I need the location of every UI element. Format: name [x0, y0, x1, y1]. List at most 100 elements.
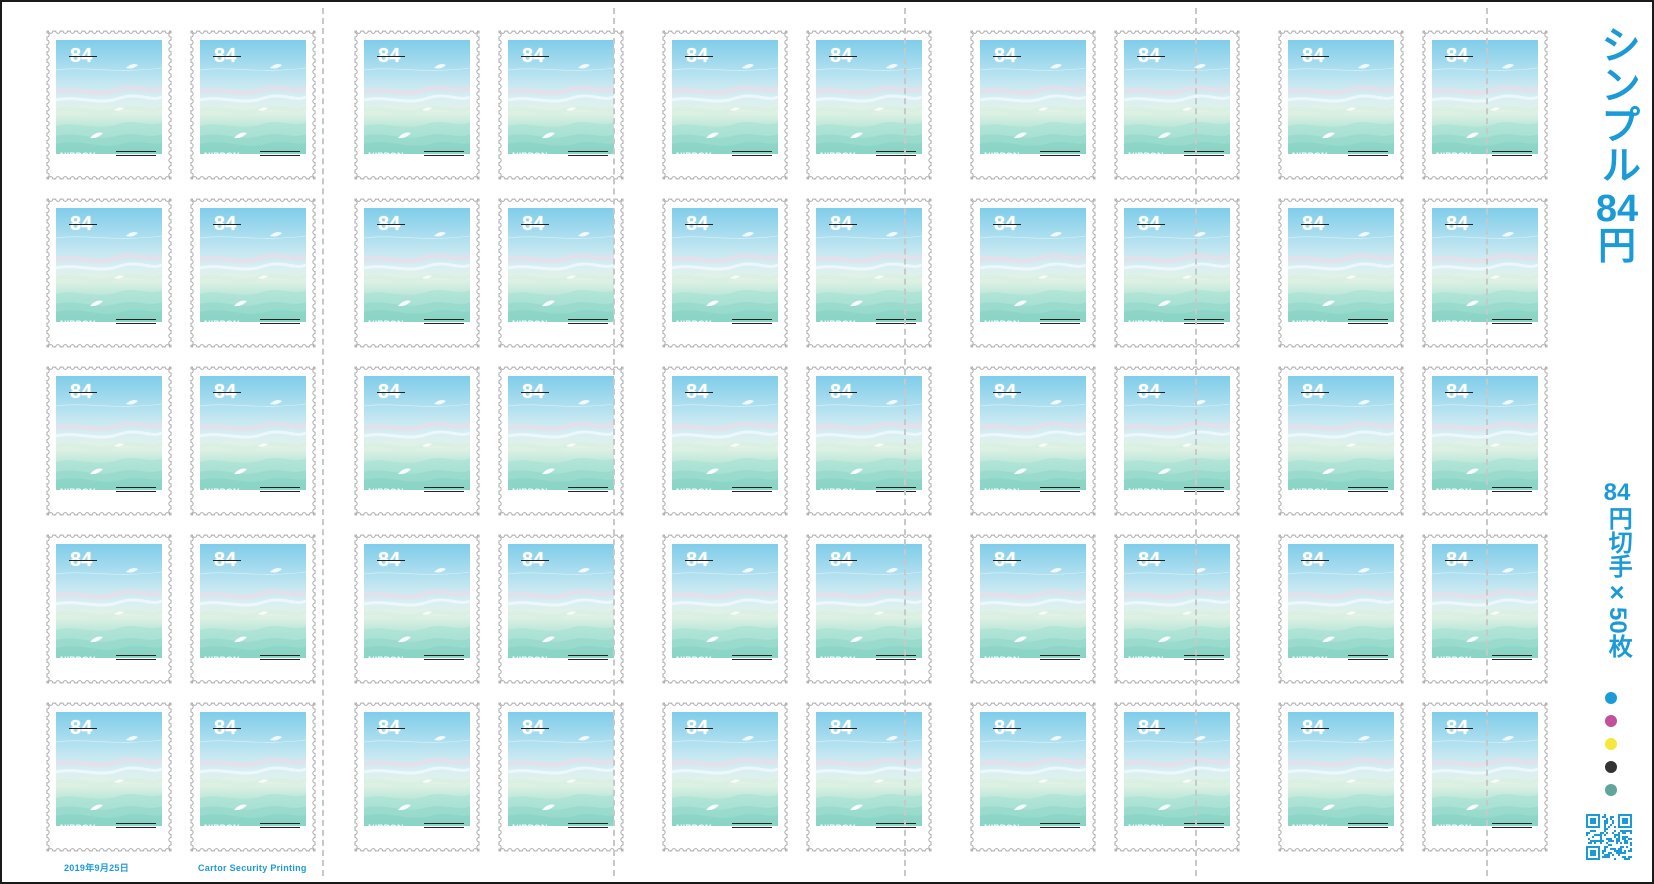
stamp-cancel-bars [1184, 486, 1224, 494]
denomination-strike [829, 392, 857, 393]
stamp: 84 NIPPON [662, 534, 788, 684]
stamp-image: 84 [200, 208, 306, 322]
stamp: 84 NIPPON [662, 366, 788, 516]
stamp: 84 NIPPON [1422, 366, 1548, 516]
stamp-country: NIPPON [60, 151, 96, 161]
registration-dot [1605, 715, 1617, 727]
stamp-image: 84 [816, 712, 922, 826]
denomination-strike [685, 56, 713, 57]
denomination-strike [685, 728, 713, 729]
denomination-strike [213, 56, 241, 57]
stamp-cancel-bars [1492, 486, 1532, 494]
stamp: 84 NIPPON [970, 198, 1096, 348]
stamp-cancel-bars [568, 486, 608, 494]
stamp-cancel-bars [1184, 822, 1224, 830]
stamp-image: 84 [1288, 376, 1394, 490]
denomination-strike [69, 56, 97, 57]
denomination-strike [685, 560, 713, 561]
stamp-country: NIPPON [1436, 151, 1472, 161]
stamp-cancel-bars [260, 654, 300, 662]
stamp-cancel-bars [1184, 318, 1224, 326]
stamp-country: NIPPON [984, 319, 1020, 329]
stamp-cancel-bars [732, 654, 772, 662]
print-date: 2019年9月25日 [64, 863, 130, 873]
stamp-image: 84 [1124, 208, 1230, 322]
count-line: 84 [1603, 479, 1631, 506]
stamp-cancel-bars [116, 318, 156, 326]
stamp-country: NIPPON [368, 319, 404, 329]
stamp-country: NIPPON [1436, 319, 1472, 329]
denomination-strike [377, 560, 405, 561]
stamp: 84 NIPPON [1422, 534, 1548, 684]
stamp: 84 NIPPON [1278, 366, 1404, 516]
denomination-strike [1301, 224, 1329, 225]
stamp-image: 84 [1432, 712, 1538, 826]
stamp-image: 84 [1432, 40, 1538, 154]
perforation-divider [904, 8, 906, 876]
stamp-cancel-bars [1492, 318, 1532, 326]
denomination-strike [69, 392, 97, 393]
stamp-country: NIPPON [1436, 487, 1472, 497]
stamp-cancel-bars [1492, 654, 1532, 662]
denomination-strike [521, 728, 549, 729]
stamp-country: NIPPON [1292, 151, 1328, 161]
stamp-cancel-bars [116, 150, 156, 158]
stamp-image: 84 [672, 208, 778, 322]
stamp-country: NIPPON [820, 487, 856, 497]
stamp: 84 NIPPON [190, 366, 316, 516]
stamp-country: NIPPON [512, 487, 548, 497]
stamp-cancel-bars [1492, 150, 1532, 158]
denomination-strike [69, 560, 97, 561]
stamp-image: 84 [1124, 40, 1230, 154]
stamp-country: NIPPON [204, 319, 240, 329]
stamp-country: NIPPON [204, 823, 240, 833]
denomination-strike [521, 560, 549, 561]
stamp: 84 NIPPON [354, 702, 480, 852]
stamp-cancel-bars [260, 486, 300, 494]
stamp-image: 84 [508, 40, 614, 154]
stamp-cancel-bars [1348, 654, 1388, 662]
stamp-cancel-bars [1348, 486, 1388, 494]
stamp-image: 84 [1288, 712, 1394, 826]
stamp-image: 84 [672, 376, 778, 490]
stamp-image: 84 [816, 208, 922, 322]
stamp-image: 84 [672, 544, 778, 658]
stamp-image: 84 [56, 40, 162, 154]
stamp-country: NIPPON [1128, 487, 1164, 497]
denomination-strike [1445, 392, 1473, 393]
stamp: 84 NIPPON [970, 702, 1096, 852]
denomination-strike [69, 728, 97, 729]
denomination-strike [1137, 56, 1165, 57]
stamp-country: NIPPON [1292, 655, 1328, 665]
stamp-cancel-bars [260, 318, 300, 326]
registration-dot [1605, 738, 1617, 750]
stamp: 84 NIPPON [806, 534, 932, 684]
count-line: 50枚 [1604, 606, 1632, 658]
stamp-cancel-bars [876, 822, 916, 830]
stamp-cancel-bars [732, 486, 772, 494]
denomination-strike [993, 392, 1021, 393]
stamp-image: 84 [672, 712, 778, 826]
stamp-country: NIPPON [1436, 823, 1472, 833]
denomination-strike [685, 224, 713, 225]
stamp-image: 84 [364, 544, 470, 658]
denomination-strike [1445, 560, 1473, 561]
stamp-cancel-bars [1040, 654, 1080, 662]
stamp: 84 NIPPON [190, 198, 316, 348]
stamp: 84 NIPPON [1422, 198, 1548, 348]
stamp: 84 NIPPON [498, 198, 624, 348]
stamp: 84 NIPPON [806, 30, 932, 180]
stamp-country: NIPPON [368, 151, 404, 161]
stamp-image: 84 [200, 712, 306, 826]
count-line: × [1609, 577, 1625, 608]
denomination-strike [377, 728, 405, 729]
denomination-strike [213, 560, 241, 561]
stamp-image: 84 [200, 544, 306, 658]
denomination-strike [1445, 56, 1473, 57]
stamp-cancel-bars [876, 150, 916, 158]
stamp-image: 84 [56, 208, 162, 322]
denomination-strike [829, 56, 857, 57]
stamp-country: NIPPON [204, 487, 240, 497]
stamp: 84 NIPPON [46, 702, 172, 852]
stamp-image: 84 [1288, 40, 1394, 154]
